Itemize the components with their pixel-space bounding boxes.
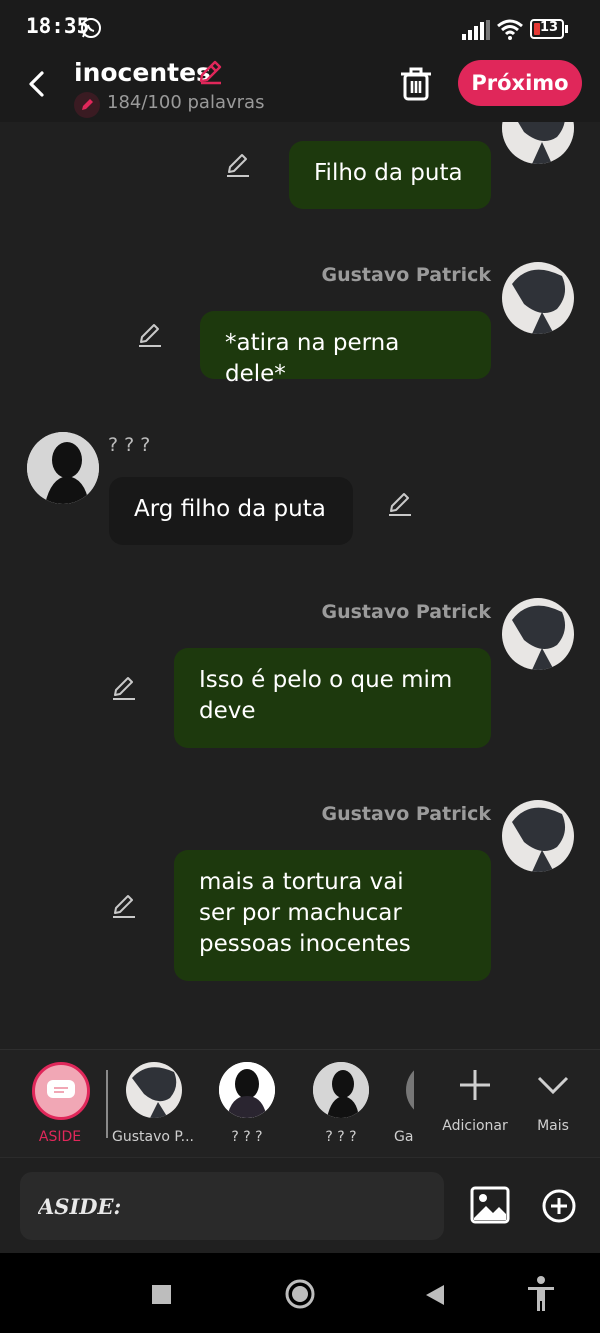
trash-icon[interactable]: [396, 64, 436, 104]
message-line: ser por machucar: [199, 900, 402, 926]
add-label: Adicionar: [442, 1118, 508, 1134]
more-button[interactable]: Mais: [508, 1050, 598, 1158]
message-bubble[interactable]: *atira na perna dele*: [200, 311, 491, 387]
silhouette-image: [313, 1062, 369, 1118]
character-bar: ASIDE Gustavo P... ? ? ? ? ? ? Ga Adicio…: [0, 1049, 600, 1157]
word-count: 184/100 palavras: [107, 92, 265, 113]
battery-icon: 13: [530, 19, 564, 39]
gustavo-avatar[interactable]: [502, 800, 574, 872]
partial-avatar: [406, 1062, 414, 1118]
portrait-image: [502, 122, 574, 164]
app-header: inocentes 184/100 palavras Próximo: [0, 58, 600, 122]
whatsapp-icon: [81, 18, 101, 38]
image-icon[interactable]: [470, 1186, 510, 1224]
back-arrow-icon[interactable]: [18, 64, 58, 104]
battery-tip: [565, 25, 568, 33]
portrait-image: [502, 262, 574, 334]
edit-message-icon[interactable]: [110, 673, 138, 701]
status-bar: 18:35 13: [0, 0, 600, 58]
edit-message-icon[interactable]: [136, 320, 164, 348]
silhouette-image: [27, 432, 99, 504]
portrait-image: [502, 800, 574, 872]
edit-message-icon[interactable]: [224, 150, 252, 178]
message-input[interactable]: [20, 1172, 444, 1240]
word-count-badge: [74, 92, 100, 118]
unknown-avatar: [219, 1062, 275, 1118]
add-character-button[interactable]: Adicionar: [430, 1050, 520, 1158]
sender-name: Gustavo Patrick: [321, 264, 492, 286]
character-gustavo[interactable]: Gustavo P...: [108, 1050, 198, 1158]
message-text: Filho da puta: [314, 160, 463, 186]
message-bubble[interactable]: Filho da puta: [289, 141, 491, 209]
message-line: mais a tortura vai: [199, 869, 404, 895]
message-line: deve: [199, 698, 256, 724]
character-label: Gal: [394, 1129, 414, 1145]
message-bubble[interactable]: Isso é pelo o que mim deve: [174, 648, 491, 748]
next-button[interactable]: Próximo: [458, 60, 582, 106]
character-label: ? ? ?: [325, 1129, 357, 1145]
back-button[interactable]: [424, 1283, 446, 1307]
chevron-down-icon: [537, 1076, 569, 1095]
edit-message-icon[interactable]: [386, 489, 414, 517]
message-bubble[interactable]: Arg filho da puta: [109, 477, 353, 545]
edit-message-icon[interactable]: [110, 891, 138, 919]
gustavo-avatar[interactable]: [502, 262, 574, 334]
silhouette-image: [219, 1062, 275, 1118]
message-text: *atira na perna dele*: [225, 330, 400, 387]
character-label: Gustavo P...: [112, 1129, 194, 1145]
pencil-icon[interactable]: [196, 58, 224, 86]
message-bubble[interactable]: mais a tortura vai ser por machucar pess…: [174, 850, 491, 981]
signal-icon: [462, 20, 490, 40]
gustavo-avatar: [126, 1062, 182, 1118]
battery-level: 13: [540, 20, 559, 35]
chat-area[interactable]: Filho da puta Gustavo Patrick *atira na …: [0, 122, 600, 1049]
wifi-icon: [497, 19, 523, 40]
character-label: ASIDE: [38, 1129, 82, 1145]
sender-name: Gustavo Patrick: [321, 803, 492, 825]
character-unknown-1[interactable]: ? ? ?: [202, 1050, 292, 1158]
recents-button[interactable]: [152, 1285, 171, 1304]
character-label: ? ? ?: [231, 1129, 263, 1145]
chat-bubble-icon: [47, 1080, 75, 1098]
sender-name: Gustavo Patrick: [321, 601, 492, 623]
pen-icon: [82, 99, 93, 110]
story-title[interactable]: inocentes: [74, 58, 211, 87]
portrait-image: [126, 1062, 182, 1118]
unknown-avatar: [313, 1062, 369, 1118]
character-partial[interactable]: Gal: [390, 1050, 414, 1158]
composer: [0, 1157, 600, 1253]
sender-name: ? ? ?: [108, 434, 151, 456]
aside-avatar: [32, 1062, 90, 1120]
unknown-avatar[interactable]: [27, 432, 99, 504]
more-label: Mais: [537, 1118, 569, 1134]
system-nav-bar: [0, 1253, 600, 1333]
home-button[interactable]: [284, 1278, 316, 1310]
gustavo-avatar[interactable]: [502, 598, 574, 670]
character-unknown-2[interactable]: ? ? ?: [296, 1050, 386, 1158]
character-aside[interactable]: ASIDE: [15, 1050, 105, 1158]
add-circle-icon[interactable]: [541, 1188, 577, 1224]
gustavo-avatar[interactable]: [502, 122, 574, 164]
message-text: Arg filho da puta: [134, 496, 326, 522]
message-line: pessoas inocentes: [199, 931, 411, 957]
plus-icon: [460, 1070, 490, 1100]
portrait-image: [502, 598, 574, 670]
accessibility-icon[interactable]: [526, 1275, 556, 1313]
message-line: Isso é pelo o que mim: [199, 667, 453, 693]
